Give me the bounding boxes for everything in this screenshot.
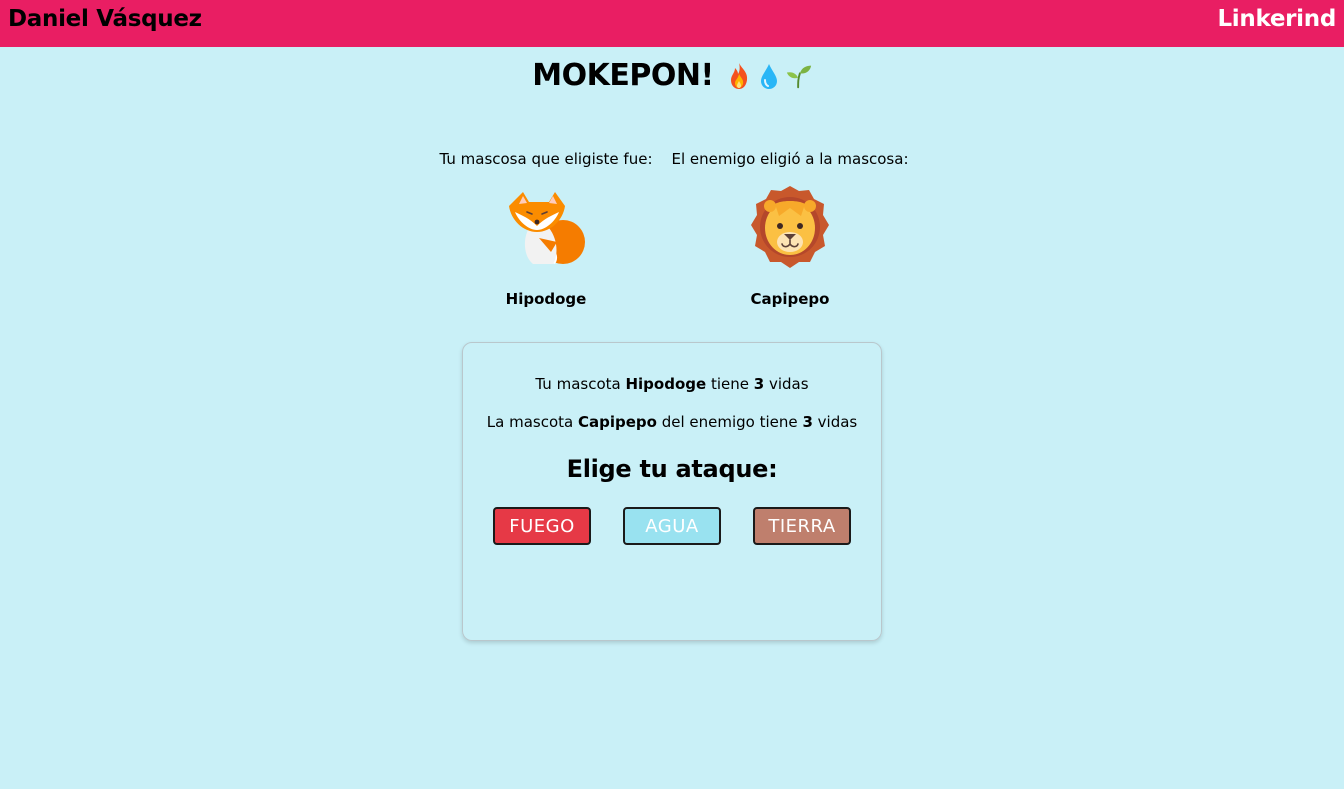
- fox-icon: [509, 192, 585, 264]
- tierra-button[interactable]: TIERRA: [753, 507, 851, 545]
- agua-button[interactable]: AGUA: [623, 507, 721, 545]
- player-pet-name: Hipodoge: [505, 290, 587, 308]
- player-lives-suffix: vidas: [768, 375, 809, 393]
- enemy-caption: El enemigo eligió a la mascosa:: [671, 150, 909, 168]
- top-bar: Daniel Vásquez Linkerind: [0, 0, 1344, 47]
- enemy-lives-mid: del enemigo tiene: [661, 413, 798, 431]
- enemy-lives-count: 3: [802, 413, 813, 431]
- player-pet-panel: Tu mascosa que eligiste fue: Hipodoge: [430, 150, 662, 308]
- enemy-pet-name: Capipepo: [750, 290, 830, 308]
- author-name: Daniel Vásquez: [8, 6, 202, 32]
- enemy-pet-panel: El enemigo eligió a la mascosa: Capipepo: [668, 150, 912, 308]
- player-caption: Tu mascosa que eligiste fue:: [439, 150, 653, 168]
- battle-card: Tu mascota Hipodoge tiene 3 vidas La mas…: [462, 342, 882, 641]
- player-lives-pet: Hipodoge: [625, 375, 707, 393]
- title-emojis: [726, 61, 812, 91]
- seedling-icon: [786, 65, 811, 88]
- brand-link[interactable]: Linkerind: [1217, 6, 1336, 32]
- player-lives-mid: tiene: [710, 375, 749, 393]
- player-lives-count: 3: [753, 375, 765, 393]
- game-title: MOKEPON!: [532, 58, 714, 93]
- attack-heading: Elige tu ataque:: [566, 455, 778, 483]
- fuego-button[interactable]: FUEGO: [493, 507, 591, 545]
- enemy-lives-line: La mascota Capipepo del enemigo tiene 3 …: [463, 413, 881, 431]
- player-lives-prefix: Tu mascota: [535, 375, 621, 393]
- fire-icon: [730, 62, 747, 89]
- water-drop-icon: [760, 63, 777, 89]
- lion-icon: [751, 186, 829, 268]
- enemy-lives-suffix: vidas: [817, 413, 858, 431]
- enemy-lives-prefix: La mascota: [486, 413, 574, 431]
- game-title-row: MOKEPON!: [532, 58, 811, 93]
- enemy-lives-pet: Capipepo: [577, 413, 657, 431]
- player-lives-line: Tu mascota Hipodoge tiene 3 vidas: [463, 375, 881, 393]
- title-section: MOKEPON!: [0, 58, 1344, 93]
